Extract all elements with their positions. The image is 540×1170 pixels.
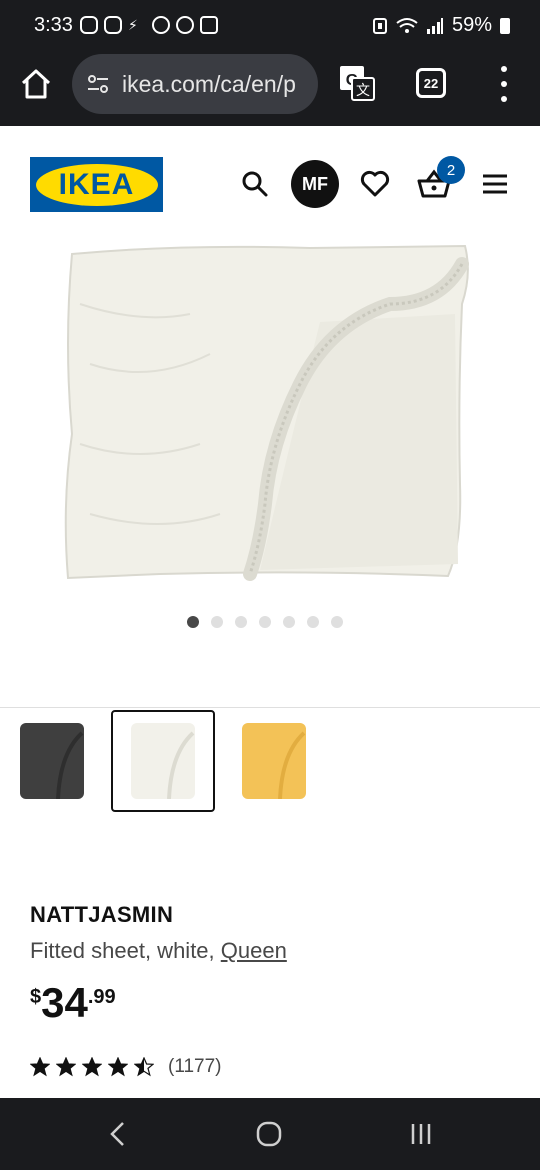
star-full-icon bbox=[82, 1057, 102, 1077]
variant-swatch bbox=[20, 723, 84, 799]
address-bar[interactable]: ikea.com/ca/en/p bbox=[72, 54, 318, 114]
dot-icon bbox=[501, 66, 507, 72]
status-time: 3:33 bbox=[34, 14, 73, 36]
variant-thumbnails bbox=[0, 708, 540, 814]
gallery-dot[interactable] bbox=[331, 616, 343, 628]
gallery-dot[interactable] bbox=[211, 616, 223, 628]
star-full-icon bbox=[30, 1057, 50, 1077]
app-icon: ⚡ bbox=[128, 17, 138, 33]
favourites-button[interactable] bbox=[355, 164, 395, 204]
product-rating[interactable]: (1177) bbox=[30, 1056, 222, 1078]
gallery-dot[interactable] bbox=[187, 616, 199, 628]
image-icon bbox=[200, 16, 218, 34]
home-icon bbox=[21, 69, 51, 99]
ikea-logo[interactable]: IKEA bbox=[30, 157, 163, 212]
dot-icon bbox=[501, 81, 507, 87]
recents-button[interactable] bbox=[403, 1118, 439, 1150]
recents-icon bbox=[411, 1124, 431, 1144]
heart-icon bbox=[360, 170, 390, 197]
account-avatar[interactable]: MF bbox=[291, 160, 339, 208]
home-button[interactable] bbox=[18, 66, 54, 102]
star-full-icon bbox=[108, 1057, 128, 1077]
system-nav-bar bbox=[0, 1098, 540, 1170]
product-desc-text: Fitted sheet, white, bbox=[30, 938, 221, 963]
url-text: ikea.com/ca/en/p bbox=[122, 70, 296, 97]
gallery-dot[interactable] bbox=[307, 616, 319, 628]
price-cents: .99 bbox=[87, 986, 116, 1008]
browser-toolbar: ikea.com/ca/en/p G文 22 bbox=[0, 52, 540, 126]
price-main: 34 bbox=[41, 979, 88, 1026]
tab-switcher-button[interactable]: 22 bbox=[416, 68, 446, 98]
review-count: (1177) bbox=[168, 1056, 222, 1077]
search-icon bbox=[242, 171, 268, 197]
status-bar: 3:33 ⚡ 59% bbox=[0, 0, 540, 52]
battery-saver-icon bbox=[372, 17, 387, 34]
site-header: IKEA MF bbox=[0, 126, 540, 244]
system-status: 59% bbox=[372, 14, 510, 37]
star-full-icon bbox=[56, 1057, 76, 1077]
variant-swatch bbox=[242, 723, 306, 799]
variant-swatch bbox=[131, 723, 195, 799]
cart-count-badge: 2 bbox=[437, 156, 465, 184]
variant-thumb-dark-grey[interactable] bbox=[0, 710, 104, 812]
chrome-icon bbox=[176, 16, 194, 34]
fitted-sheet-illustration bbox=[64, 244, 469, 581]
gallery-dot[interactable] bbox=[235, 616, 247, 628]
chrome-icon bbox=[152, 16, 170, 34]
star-half-icon bbox=[134, 1057, 154, 1077]
gallery-dot[interactable] bbox=[259, 616, 271, 628]
logo-text: IKEA bbox=[58, 167, 135, 201]
back-button[interactable] bbox=[100, 1118, 136, 1150]
logo-ellipse: IKEA bbox=[35, 163, 158, 206]
home-circle-icon bbox=[256, 1121, 282, 1147]
dot-icon bbox=[501, 96, 507, 102]
svg-text:文: 文 bbox=[356, 83, 370, 99]
price-currency: $ bbox=[30, 986, 42, 1008]
product-description: Fitted sheet, white, Queen bbox=[30, 938, 287, 964]
site-settings-icon[interactable] bbox=[86, 72, 110, 96]
battery-percent: 59% bbox=[451, 14, 492, 36]
size-link[interactable]: Queen bbox=[221, 938, 287, 963]
rating-stars bbox=[30, 1057, 154, 1077]
hamburger-icon bbox=[483, 174, 507, 194]
browser-menu-button[interactable] bbox=[496, 66, 512, 102]
wifi-icon bbox=[396, 17, 418, 33]
variant-thumb-yellow[interactable] bbox=[222, 710, 326, 812]
notification-icons: ⚡ bbox=[80, 16, 218, 34]
instagram-icon bbox=[104, 16, 122, 34]
product-image[interactable] bbox=[60, 244, 480, 584]
variant-thumb-white[interactable] bbox=[111, 710, 215, 812]
product-name: NATTJASMIN bbox=[30, 902, 174, 927]
signal-icon bbox=[426, 17, 443, 34]
gallery-dot[interactable] bbox=[283, 616, 295, 628]
search-button[interactable] bbox=[235, 164, 275, 204]
translate-icon: G文 bbox=[340, 66, 375, 101]
battery-icon bbox=[500, 17, 510, 34]
home-nav-button[interactable] bbox=[251, 1118, 287, 1150]
back-icon bbox=[110, 1122, 124, 1146]
menu-button[interactable] bbox=[475, 164, 515, 204]
translate-button[interactable]: G文 bbox=[338, 64, 376, 102]
product-price: $ 34 .99 bbox=[30, 980, 116, 1026]
instagram-icon bbox=[80, 16, 98, 34]
gallery-pagination[interactable] bbox=[0, 616, 540, 628]
